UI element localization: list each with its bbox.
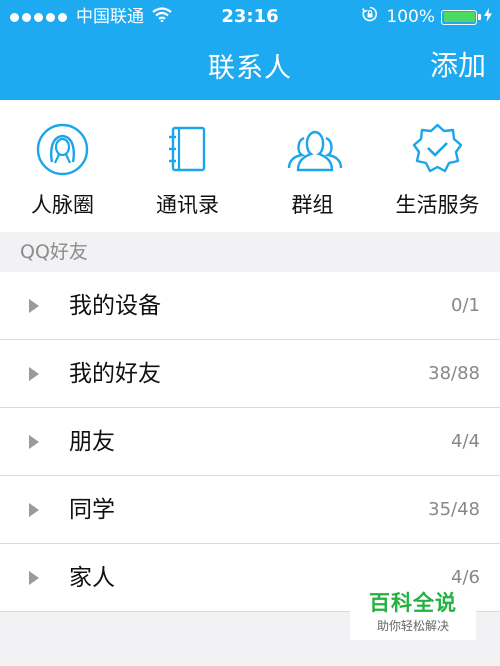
quick-action-label: 人脉圈 [31, 193, 94, 217]
watermark-logo: 百科全说 助你轻松解决 [350, 588, 476, 640]
status-bar: 中国联通 23:16 100% [0, 0, 500, 34]
status-bar-right: 100% [362, 0, 492, 34]
quick-action-label: 生活服务 [395, 193, 480, 217]
contacts-circle-icon [36, 123, 89, 176]
expand-arrow-icon [29, 367, 39, 381]
expand-arrow-icon [29, 435, 39, 449]
group-row[interactable]: 我的设备 0/1 [0, 272, 500, 340]
battery-fill [443, 12, 475, 22]
watermark-title: 百科全说 [369, 591, 457, 615]
life-service-badge-icon [412, 123, 463, 173]
group-count: 38/88 [428, 363, 480, 384]
section-header-qq-friends: QQ好友 [0, 232, 500, 272]
section-title: QQ好友 [20, 241, 88, 263]
quick-action-group[interactable]: 群组 [250, 100, 375, 232]
quick-action-label: 通讯录 [156, 193, 219, 217]
group-count: 0/1 [451, 295, 480, 316]
add-contact-button[interactable]: 添加 [430, 44, 486, 84]
group-name: 我的设备 [69, 293, 161, 319]
group-row[interactable]: 我的好友 38/88 [0, 340, 500, 408]
watermark-subtitle: 助你轻松解决 [376, 619, 449, 633]
group-name: 家人 [69, 565, 115, 591]
group-row[interactable]: 朋友 4/4 [0, 408, 500, 476]
battery-icon [441, 9, 477, 25]
quick-action-address-book[interactable]: 通讯录 [125, 100, 250, 232]
top-header: 中国联通 23:16 100% 联系人 添加 [0, 0, 500, 100]
quick-actions-panel: 人脉圈 通讯录 群组 生活服务 [0, 100, 500, 232]
group-name: 朋友 [69, 429, 115, 455]
quick-action-label: 群组 [291, 193, 334, 217]
expand-arrow-icon [29, 503, 39, 517]
group-name: 同学 [69, 497, 115, 523]
expand-arrow-icon [29, 571, 39, 585]
group-count: 4/4 [451, 431, 480, 452]
charging-icon [484, 0, 492, 34]
group-name: 我的好友 [69, 361, 161, 387]
expand-arrow-icon [29, 299, 39, 313]
battery-percent: 100% [386, 7, 435, 27]
group-count: 35/48 [428, 499, 480, 520]
friend-group-list: 我的设备 0/1 我的好友 38/88 朋友 4/4 同学 35/48 家人 4… [0, 272, 500, 612]
battery-tip [478, 14, 481, 20]
orientation-lock-icon [362, 0, 378, 34]
quick-action-life-service[interactable]: 生活服务 [375, 100, 500, 232]
page-title: 联系人 [208, 53, 292, 84]
address-book-icon [169, 126, 206, 172]
group-icon [287, 130, 343, 172]
group-row[interactable]: 同学 35/48 [0, 476, 500, 544]
quick-action-contacts-circle[interactable]: 人脉圈 [0, 100, 125, 232]
